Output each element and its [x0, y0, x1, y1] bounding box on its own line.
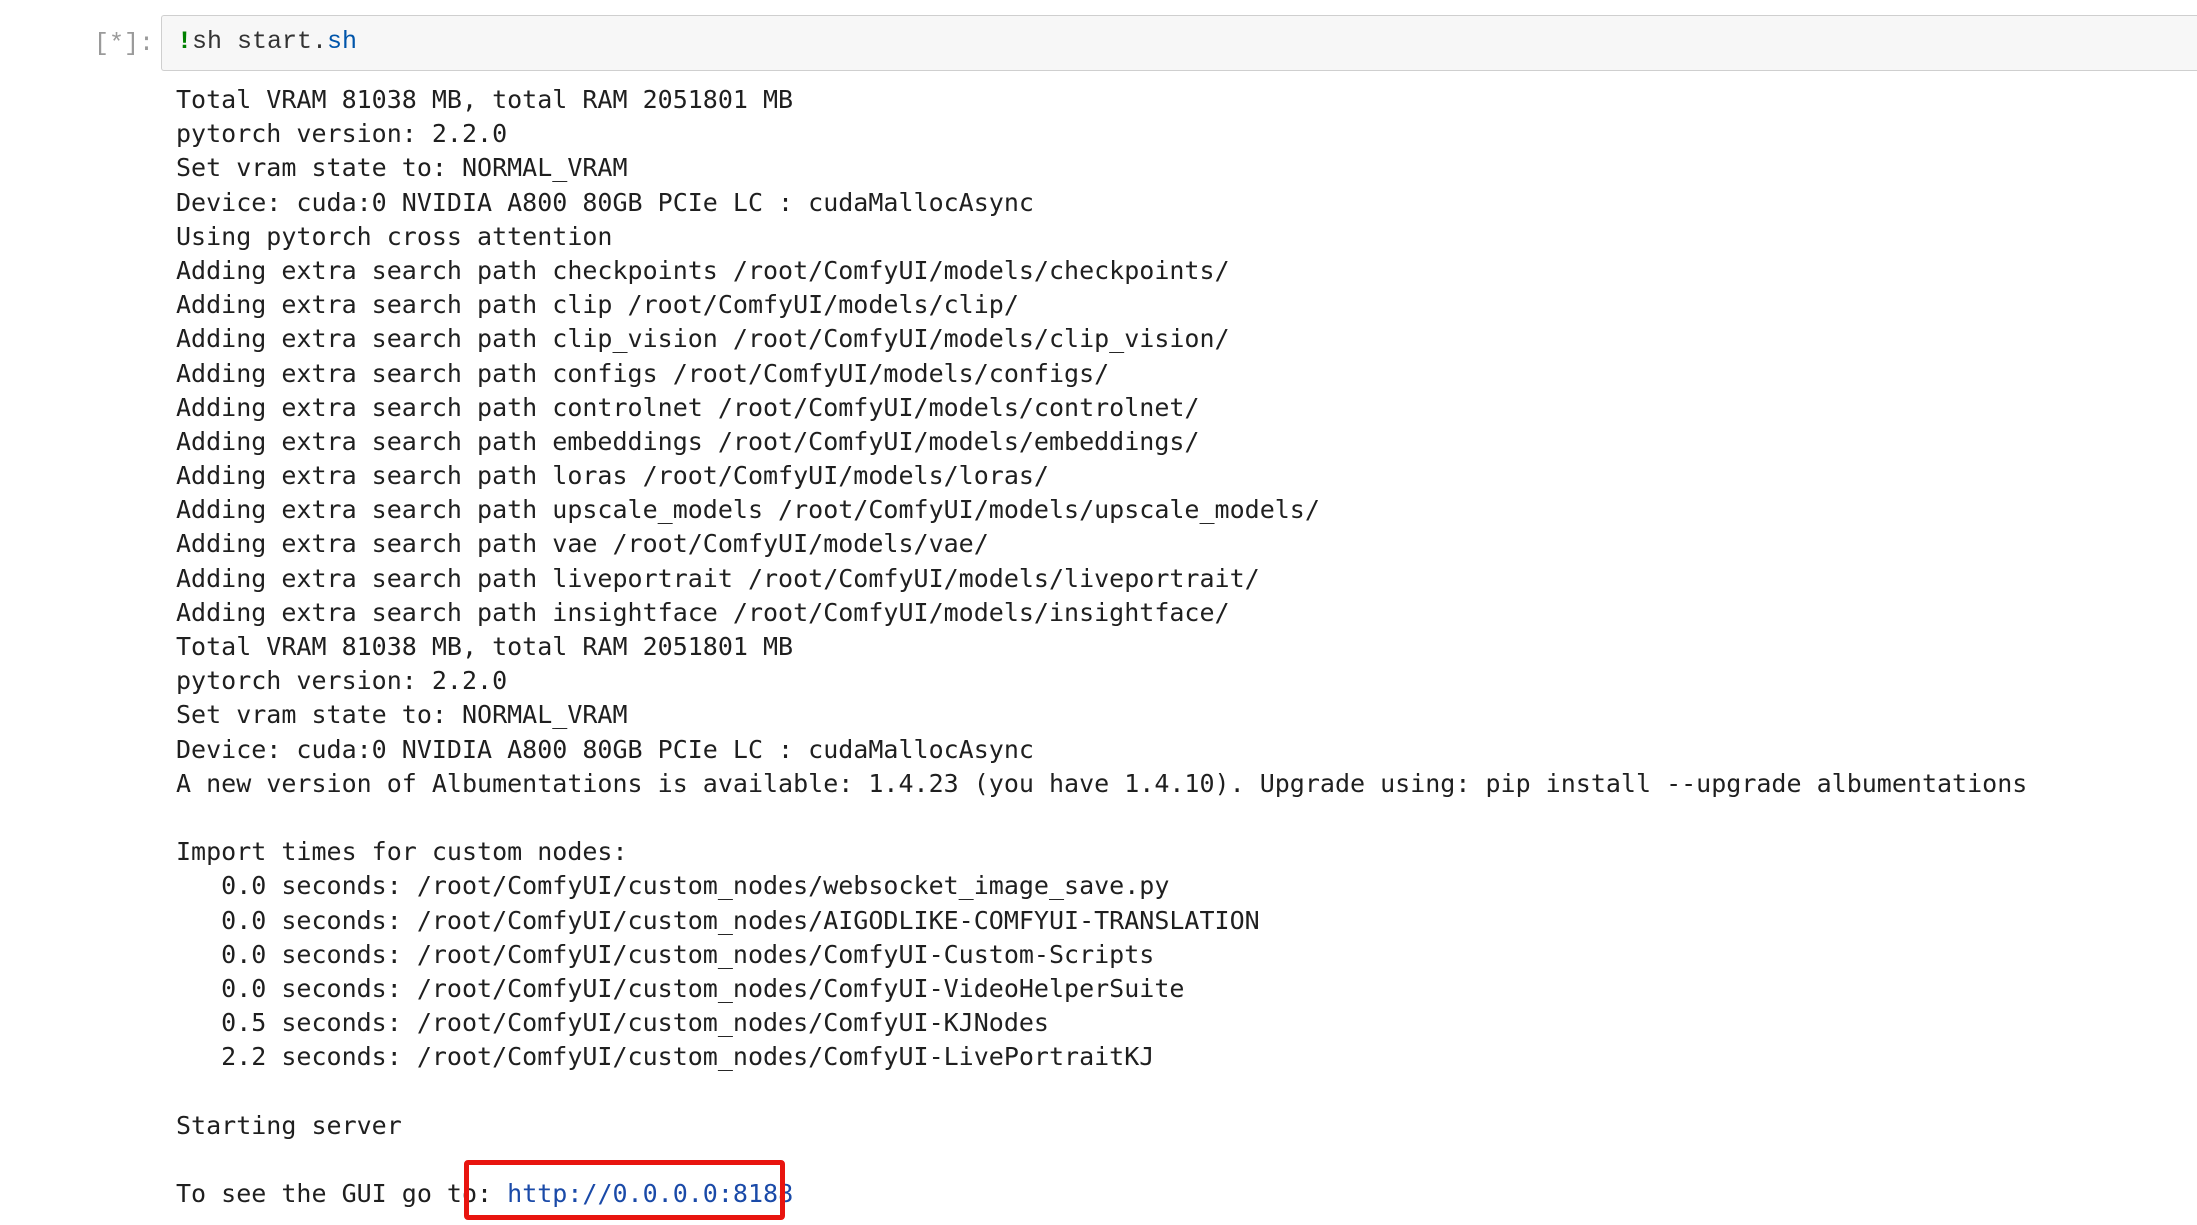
notebook-cell: [*]: !sh start.sh Total VRAM 81038 MB, t…	[0, 0, 2197, 1225]
output-line: Adding extra search path liveportrait /r…	[176, 563, 1260, 593]
output-line: 0.5 seconds: /root/ComfyUI/custom_nodes/…	[176, 1008, 1049, 1038]
shell-bang: !	[177, 27, 193, 56]
output-line: Set vram state to: NORMAL_VRAM	[176, 700, 628, 730]
output-line: 0.0 seconds: /root/ComfyUI/custom_nodes/…	[176, 973, 1185, 1003]
output-line: Device: cuda:0 NVIDIA A800 80GB PCIe LC …	[176, 187, 1034, 217]
output-line: Total VRAM 81038 MB, total RAM 2051801 M…	[176, 85, 794, 114]
gui-url-line: To see the GUI go to: http://0.0.0.0:818…	[176, 1177, 2186, 1211]
gui-url-prefix: To see the GUI go to:	[176, 1179, 508, 1208]
gui-url-link[interactable]: http://0.0.0.0:8188	[507, 1179, 793, 1208]
code-line[interactable]: !sh start.sh	[177, 26, 357, 58]
execution-prompt: [*]:	[93, 29, 154, 58]
code-input-area[interactable]: !sh start.sh	[161, 15, 2197, 71]
output-line: Adding extra search path insightface /ro…	[176, 597, 1230, 627]
output-line: pytorch version: 2.2.0	[176, 666, 508, 696]
output-line: Adding extra search path controlnet /roo…	[176, 392, 1200, 422]
shell-command-ext: sh	[327, 27, 358, 56]
output-line: Adding extra search path vae /root/Comfy…	[176, 529, 989, 559]
output-line: Adding extra search path embeddings /roo…	[176, 426, 1200, 456]
output-line: 0.0 seconds: /root/ComfyUI/custom_nodes/…	[176, 905, 1260, 935]
output-line: Starting server	[176, 1110, 402, 1140]
output-line: Adding extra search path clip_vision /ro…	[176, 324, 1230, 354]
output-line: 0.0 seconds: /root/ComfyUI/custom_nodes/…	[176, 871, 1170, 901]
output-line: Adding extra search path loras /root/Com…	[176, 461, 1049, 491]
output-line: Total VRAM 81038 MB, total RAM 2051801 M…	[176, 632, 794, 661]
output-line: 0.0 seconds: /root/ComfyUI/custom_nodes/…	[176, 939, 1155, 969]
cell-output: Total VRAM 81038 MB, total RAM 2051801 M…	[176, 83, 2186, 1211]
output-line: Import times for custom nodes:	[176, 837, 628, 867]
output-line: Device: cuda:0 NVIDIA A800 80GB PCIe LC …	[176, 734, 1034, 764]
output-line: A new version of Albumentations is avail…	[176, 768, 2028, 798]
output-line: Adding extra search path checkpoints /ro…	[176, 255, 1230, 285]
output-line: Set vram state to: NORMAL_VRAM	[176, 153, 628, 183]
shell-command: sh start.	[192, 27, 328, 56]
output-line: Adding extra search path upscale_models …	[176, 495, 1320, 525]
output-line: Adding extra search path configs /root/C…	[176, 358, 1110, 388]
output-line: Adding extra search path clip /root/Comf…	[176, 290, 1019, 320]
output-line: pytorch version: 2.2.0	[176, 119, 508, 149]
output-lines: Total VRAM 81038 MB, total RAM 2051801 M…	[176, 83, 2186, 1177]
output-line: Using pytorch cross attention	[176, 221, 613, 251]
output-line: 2.2 seconds: /root/ComfyUI/custom_nodes/…	[176, 1042, 1155, 1072]
